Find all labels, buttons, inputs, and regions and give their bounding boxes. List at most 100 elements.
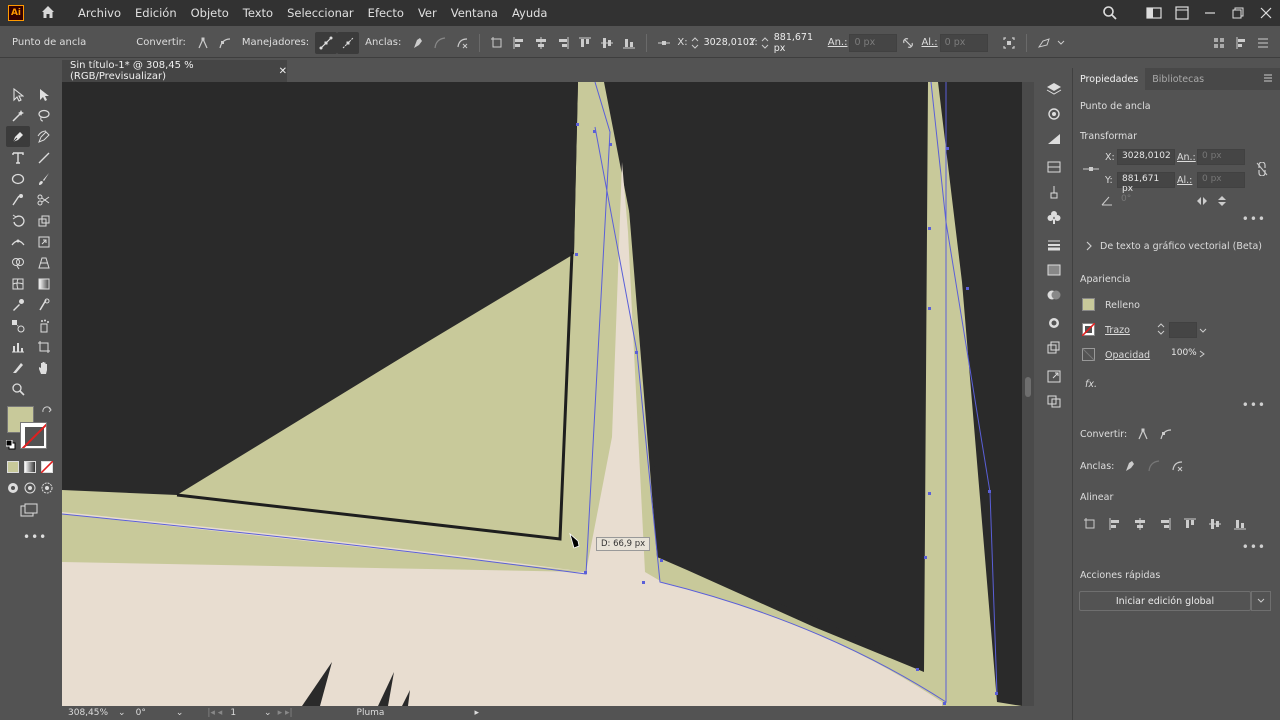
x-input[interactable]: 3028,0102 [700,34,755,52]
gradient-panel-icon[interactable] [1038,259,1070,281]
column-graph-tool-icon[interactable] [6,336,30,357]
constrain-proportions-icon[interactable] [897,32,919,54]
gradient-tool-icon[interactable] [32,273,56,294]
zoom-dropdown-icon[interactable]: ⌄ [118,708,126,718]
y-input[interactable]: 881,671 px [770,32,826,54]
scissors-tool-icon[interactable] [32,189,56,210]
rotate-tool-icon[interactable] [6,210,30,231]
shaper-tool-icon[interactable] [6,189,30,210]
transform-more-icon[interactable]: ••• [1242,212,1266,226]
artboard-number[interactable]: 1 [230,708,236,718]
rotation-dropdown-icon[interactable]: ⌄ [176,708,184,718]
panel-options-icon[interactable] [1262,72,1274,87]
flip-horizontal-icon[interactable] [1196,196,1208,209]
fill-color-swatch[interactable] [1082,298,1095,311]
scale-tool-icon[interactable] [32,210,56,231]
stroke-weight-dropdown-icon[interactable] [1199,326,1207,337]
align-left-icon[interactable] [508,32,530,54]
panel-align-right-icon[interactable] [1158,517,1172,534]
minimize-icon[interactable] [1196,0,1224,26]
swap-fill-stroke-icon[interactable] [41,406,53,421]
connect-anchors-icon[interactable] [429,32,451,54]
mesh-tool-icon[interactable] [6,273,30,294]
panel-align-top-icon[interactable] [1183,517,1197,534]
menu-texto[interactable]: Texto [243,6,273,20]
width-input[interactable]: 0 px [849,33,898,52]
constrain-link-icon[interactable] [1256,161,1268,179]
layers-icon[interactable] [1038,78,1070,100]
menu-objeto[interactable]: Objeto [191,6,229,20]
panel-convert-corner-icon[interactable] [1136,427,1150,444]
color-guide-icon[interactable] [1038,128,1070,150]
opacity-slider-icon[interactable] [1199,350,1205,361]
document-tab[interactable]: Sin título-1* @ 308,45 % (RGB/Previsuali… [62,60,287,82]
graphic-styles-icon[interactable] [1038,337,1070,359]
lasso-tool-icon[interactable] [32,105,56,126]
shape-builder-tool-icon[interactable] [6,252,30,273]
panel-convert-smooth-icon[interactable] [1159,427,1173,444]
y-stepper-icon[interactable] [760,32,770,54]
panel-align-vcenter-icon[interactable] [1208,517,1222,534]
show-handles-icon[interactable] [315,31,338,54]
flip-vertical-icon[interactable] [1217,195,1227,210]
close-document-icon[interactable]: ✕ [279,66,287,77]
panel-grid-icon[interactable] [1208,32,1230,54]
x-stepper-icon[interactable] [690,32,700,54]
appearance-more-icon[interactable]: ••• [1242,398,1266,412]
last-artboard-icon[interactable]: ▸ ▸| [278,708,293,718]
fx-button[interactable]: fx. [1085,379,1097,390]
more-tools-icon[interactable]: ••• [23,530,47,544]
align-top-icon[interactable] [574,32,596,54]
measure-tool-icon[interactable] [32,294,56,315]
panel-height-input[interactable]: 0 px [1197,172,1245,188]
menu-efecto[interactable]: Efecto [368,6,404,20]
workspace-icon[interactable] [1140,0,1168,26]
global-edit-dropdown-icon[interactable] [1251,591,1271,611]
panel-align-left-icon[interactable] [1108,517,1122,534]
stroke-panel-icon[interactable] [1038,234,1070,256]
symbol-sprayer-tool-icon[interactable] [32,315,56,336]
menu-ayuda[interactable]: Ayuda [512,6,548,20]
gradient-mode-icon[interactable] [24,461,36,473]
scroll-thumb[interactable] [1025,377,1031,397]
stroke-weight-stepper-icon[interactable] [1157,322,1165,339]
stroke-label[interactable]: Trazo [1105,325,1130,336]
vertical-scrollbar[interactable] [1022,82,1034,706]
transform-icon[interactable] [486,32,508,54]
angle-input[interactable]: 0° [1117,193,1157,209]
perspective-grid-tool-icon[interactable] [32,252,56,273]
height-input[interactable]: 0 px [939,33,988,52]
artboard-tool-icon[interactable] [32,336,56,357]
libraries-icon[interactable] [1038,103,1070,125]
brushes-icon[interactable] [1038,181,1070,203]
close-icon[interactable] [1252,0,1280,26]
draw-inside-icon[interactable] [41,482,53,497]
stroke-swatch[interactable] [20,422,47,449]
pen-tool-icon[interactable] [6,126,30,147]
remove-anchor-icon[interactable] [407,32,429,54]
zoom-level[interactable]: 308,45% [68,708,108,718]
menu-ventana[interactable]: Ventana [451,6,498,20]
transparency-icon[interactable] [1038,284,1070,306]
reference-point-icon[interactable] [1083,165,1099,176]
width-tool-icon[interactable] [6,231,30,252]
panel-menu-icon[interactable] [1252,32,1274,54]
panel-align-bottom-icon[interactable] [1233,517,1247,534]
magic-wand-tool-icon[interactable] [6,105,30,126]
hide-handles-icon[interactable] [337,31,360,54]
tab-propiedades[interactable]: Propiedades [1073,68,1146,90]
chevron-down-icon[interactable] [1055,32,1067,54]
panel-y-input[interactable]: 881,671 px [1117,172,1175,194]
distribute-icon[interactable] [1230,32,1252,54]
global-edit-button[interactable]: Iniciar edición global [1079,591,1251,611]
opacity-input[interactable]: 100% [1167,347,1199,363]
menu-ver[interactable]: Ver [418,6,437,20]
align-hcenter-icon[interactable] [530,32,552,54]
blend-tool-icon[interactable] [6,315,30,336]
artboard-canvas[interactable]: D: 66,9 px [62,82,1022,706]
draw-behind-icon[interactable] [24,482,36,497]
chevron-right-icon[interactable] [1085,241,1093,254]
type-tool-icon[interactable] [6,147,30,168]
draw-normal-icon[interactable] [7,482,19,497]
opacity-label[interactable]: Opacidad [1105,350,1150,361]
